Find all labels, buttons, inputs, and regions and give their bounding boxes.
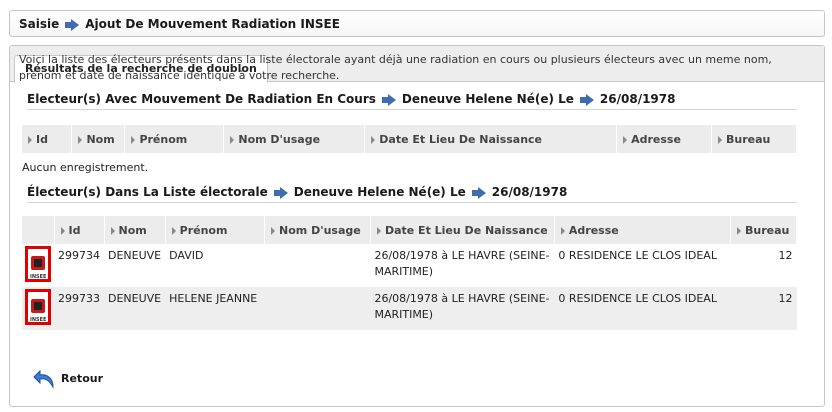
breadcrumb-root: Saisie <box>19 17 60 31</box>
sort-icon <box>560 226 565 235</box>
insee-logo-icon <box>31 299 45 313</box>
col-prenom[interactable]: Prénom <box>165 216 266 244</box>
arrow-right-icon <box>381 93 396 106</box>
insee-logo-icon <box>31 256 45 270</box>
sort-icon <box>718 135 723 144</box>
arrow-right-icon <box>579 93 594 106</box>
col-adresse[interactable]: Adresse <box>554 216 732 244</box>
back-arrow-icon <box>33 369 54 389</box>
sort-icon <box>78 135 83 144</box>
section1-date: 26/08/1978 <box>599 92 676 106</box>
insee-select-button[interactable]: INSEE <box>25 289 51 325</box>
sort-icon <box>623 135 628 144</box>
sort-icon <box>271 226 276 235</box>
col-prenom[interactable]: Prénom <box>124 125 225 153</box>
cell-prenom: DAVID <box>165 244 265 287</box>
arrow-right-icon <box>273 186 288 199</box>
table-row: INSEE 299734 DENEUVE DAVID 26/08/1978 à … <box>22 244 797 287</box>
col-nom-usage[interactable]: Nom D'usage <box>264 216 371 244</box>
pending-radiation-table: Id Nom Prénom Nom D'usage Date Et Lieu D… <box>22 125 797 153</box>
intro-text: Voici la liste des électeurs présents da… <box>19 53 772 82</box>
cell-prenom: HELENE JEANNE <box>165 287 265 330</box>
cell-nom: DENEUVE <box>104 244 166 287</box>
cell-adresse: 0 RESIDENCE LE CLOS IDEAL <box>554 244 731 287</box>
cell-nom-usage <box>264 287 371 330</box>
section-title-electoral-list: Électeur(s) Dans La Liste électorale Dene… <box>27 183 797 203</box>
col-naissance[interactable]: Date Et Lieu De Naissance <box>364 125 618 153</box>
col-nom[interactable]: Nom <box>71 125 126 153</box>
col-id[interactable]: Id <box>22 125 73 153</box>
section-title-pending-radiation: Electeur(s) Avec Mouvement De Radiation … <box>27 90 797 110</box>
section1-name: Deneuve Helene Né(e) Le <box>401 92 574 106</box>
section2-title: Électeur(s) Dans La Liste électorale <box>27 185 268 199</box>
col-naissance[interactable]: Date Et Lieu De Naissance <box>370 216 555 244</box>
cell-id: 299734 <box>54 244 104 287</box>
empty-message: Aucun enregistrement. <box>22 161 149 174</box>
sort-icon <box>371 135 376 144</box>
electoral-list-table: Id Nom Prénom Nom D'usage Date Et Lieu D… <box>22 216 797 330</box>
page-title-bar: Saisie Ajout De Mouvement Radiation INSEE <box>9 10 825 37</box>
cell-bureau: 12 <box>730 287 797 330</box>
sort-icon <box>737 226 742 235</box>
col-action <box>22 216 55 244</box>
col-bureau[interactable]: Bureau <box>730 216 797 244</box>
cell-nom: DENEUVE <box>104 287 166 330</box>
cell-id: 299733 <box>54 287 104 330</box>
sort-icon <box>171 226 176 235</box>
col-adresse[interactable]: Adresse <box>616 125 713 153</box>
cell-nom-usage <box>264 244 371 287</box>
col-nom[interactable]: Nom <box>104 216 166 244</box>
cell-adresse: 0 RESIDENCE LE CLOS IDEAL <box>554 287 731 330</box>
page-title: Ajout De Mouvement Radiation INSEE <box>85 17 340 31</box>
section2-date: 26/08/1978 <box>491 185 568 199</box>
back-label: Retour <box>61 371 104 385</box>
cell-naissance: 26/08/1978 à LE HAVRE (SEINE-MARITIME) <box>370 287 555 330</box>
sort-icon <box>376 226 381 235</box>
insee-select-button[interactable]: INSEE <box>25 246 51 282</box>
table-row: INSEE 299733 DENEUVE HELENE JEANNE 26/08… <box>22 287 797 330</box>
sort-icon <box>110 226 115 235</box>
section1-title: Electeur(s) Avec Mouvement De Radiation … <box>27 92 376 106</box>
cell-bureau: 12 <box>730 244 797 287</box>
back-button[interactable]: Retour <box>33 366 103 390</box>
sort-icon <box>60 226 65 235</box>
col-id[interactable]: Id <box>54 216 105 244</box>
cell-naissance: 26/08/1978 à LE HAVRE (SEINE-MARITIME) <box>370 244 555 287</box>
arrow-right-icon <box>471 186 486 199</box>
sort-icon <box>131 135 136 144</box>
sort-icon <box>28 135 32 144</box>
col-bureau[interactable]: Bureau <box>711 125 797 153</box>
arrow-right-icon <box>65 18 80 31</box>
section2-name: Deneuve Helene Né(e) Le <box>293 185 466 199</box>
sort-icon <box>230 135 235 144</box>
col-nom-usage[interactable]: Nom D'usage <box>223 125 366 153</box>
